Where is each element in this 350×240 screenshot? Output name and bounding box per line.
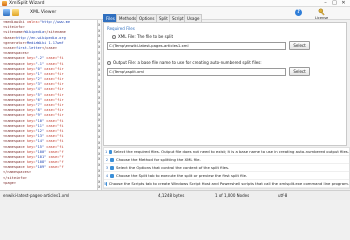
close-glyph-icon[interactable]: x xyxy=(98,117,100,122)
close-glyph-icon[interactable]: x xyxy=(98,184,100,189)
status-encoding: utf-8 xyxy=(278,193,288,198)
xml-file-input[interactable]: C:\Temp\enwiki-latest-pages-articles1.xm… xyxy=(107,42,286,50)
close-glyph-icon[interactable]: x xyxy=(98,106,100,111)
select-output-file-button[interactable]: Select xyxy=(289,67,310,76)
minimize-button[interactable]: – xyxy=(321,0,330,7)
open-file-icon[interactable] xyxy=(3,9,10,16)
step-icon xyxy=(110,173,114,178)
close-glyph-icon[interactable]: x xyxy=(98,162,100,167)
xml-line: <page> xyxy=(3,180,16,185)
close-glyph-icon[interactable]: x xyxy=(98,50,100,55)
instructions-list: 1 Select the required files. Output file … xyxy=(103,147,350,189)
output-file-label: Output File: a base file name to use for… xyxy=(113,60,262,65)
xml-file-radio[interactable] xyxy=(112,34,116,39)
close-glyph-icon[interactable]: x xyxy=(98,168,100,173)
close-glyph-icon[interactable]: x xyxy=(98,78,100,83)
close-glyph-icon[interactable]: x xyxy=(98,100,100,105)
output-file-radio[interactable] xyxy=(107,60,111,65)
files-tab-panel: Required Files XML File: The file to be … xyxy=(103,22,347,146)
instruction-step: 2 Choose the Method for splitting the XML… xyxy=(104,156,349,164)
close-glyph-icon[interactable]: x xyxy=(98,89,100,94)
close-glyph-icon[interactable]: x xyxy=(98,140,100,145)
close-button[interactable]: ✕ xyxy=(339,0,348,7)
instruction-step: 1 Select the required files. Output file … xyxy=(104,149,349,156)
window-title: XmlSplit Wizard xyxy=(9,0,45,6)
close-glyph-icon[interactable]: x xyxy=(98,151,100,156)
close-glyph-icon[interactable]: x xyxy=(98,134,100,139)
close-glyph-icon[interactable]: x xyxy=(98,84,100,89)
step-icon xyxy=(110,165,114,170)
instruction-step: 3 Select the Options that control the con… xyxy=(104,164,349,172)
xml-file-label: XML File: The file to be split xyxy=(118,34,174,39)
close-glyph-icon[interactable]: x xyxy=(98,179,100,184)
status-node-count: 1 of 1,000 Nodes xyxy=(215,193,250,198)
close-glyph-icon[interactable]: x xyxy=(98,22,100,27)
tab-options[interactable]: Options xyxy=(136,14,158,22)
close-glyph-icon[interactable]: x xyxy=(98,61,100,66)
status-filename: enwiki-latest-pages-articles1.xml xyxy=(3,193,70,198)
select-xml-file-button[interactable]: Select xyxy=(289,41,310,50)
title-bar: XmlSplit Wizard – □ ✕ xyxy=(0,0,350,7)
close-glyph-icon[interactable]: x xyxy=(98,156,100,161)
close-glyph-icon[interactable]: x xyxy=(98,145,100,150)
close-glyph-icon[interactable]: x xyxy=(98,173,100,178)
step-icon xyxy=(108,149,112,154)
tab-bar: Files Methods Options Split Script Usage xyxy=(103,14,350,22)
close-glyph-icon[interactable]: x xyxy=(98,72,100,77)
required-files-heading: Required Files xyxy=(107,26,135,31)
close-glyph-icon[interactable]: x xyxy=(98,39,100,44)
close-glyph-icon[interactable]: x xyxy=(98,33,100,38)
folder-icon[interactable] xyxy=(12,9,19,16)
instruction-step: 5 Choose the Scripts tab to create Window… xyxy=(104,181,349,188)
status-filesize: 4,1248 bytes xyxy=(158,193,185,198)
close-glyph-icon[interactable]: x xyxy=(98,28,100,33)
tab-usage[interactable]: Usage xyxy=(184,14,203,22)
close-glyph-icon[interactable]: x xyxy=(98,67,100,72)
instruction-step: 4 Choose the Split tab to execute the spl… xyxy=(104,172,349,180)
xml-viewer-label: XML Viewer xyxy=(30,10,57,15)
close-glyph-icon[interactable]: x xyxy=(98,112,100,117)
xml-viewer-panel[interactable]: <mediawiki xmlns="http://www.me <siteinf… xyxy=(0,20,98,190)
close-glyph-icon[interactable]: x xyxy=(98,123,100,128)
close-glyph-icon[interactable]: x xyxy=(98,56,100,61)
middle-panel: xxxxxxxxxxxxxxxxxxxxxxxxxxxxxx xyxy=(98,20,102,190)
status-bar: enwiki-latest-pages-articles1.xml 4,1248… xyxy=(0,190,350,200)
close-glyph-icon[interactable]: x xyxy=(98,95,100,100)
output-file-input[interactable]: C:\Temp\xsplit.xml xyxy=(107,68,286,76)
app-icon xyxy=(2,0,7,6)
close-glyph-icon[interactable]: x xyxy=(98,44,100,49)
close-glyph-icon[interactable]: x xyxy=(98,128,100,133)
step-icon xyxy=(110,157,114,162)
maximize-button[interactable]: □ xyxy=(330,0,339,7)
